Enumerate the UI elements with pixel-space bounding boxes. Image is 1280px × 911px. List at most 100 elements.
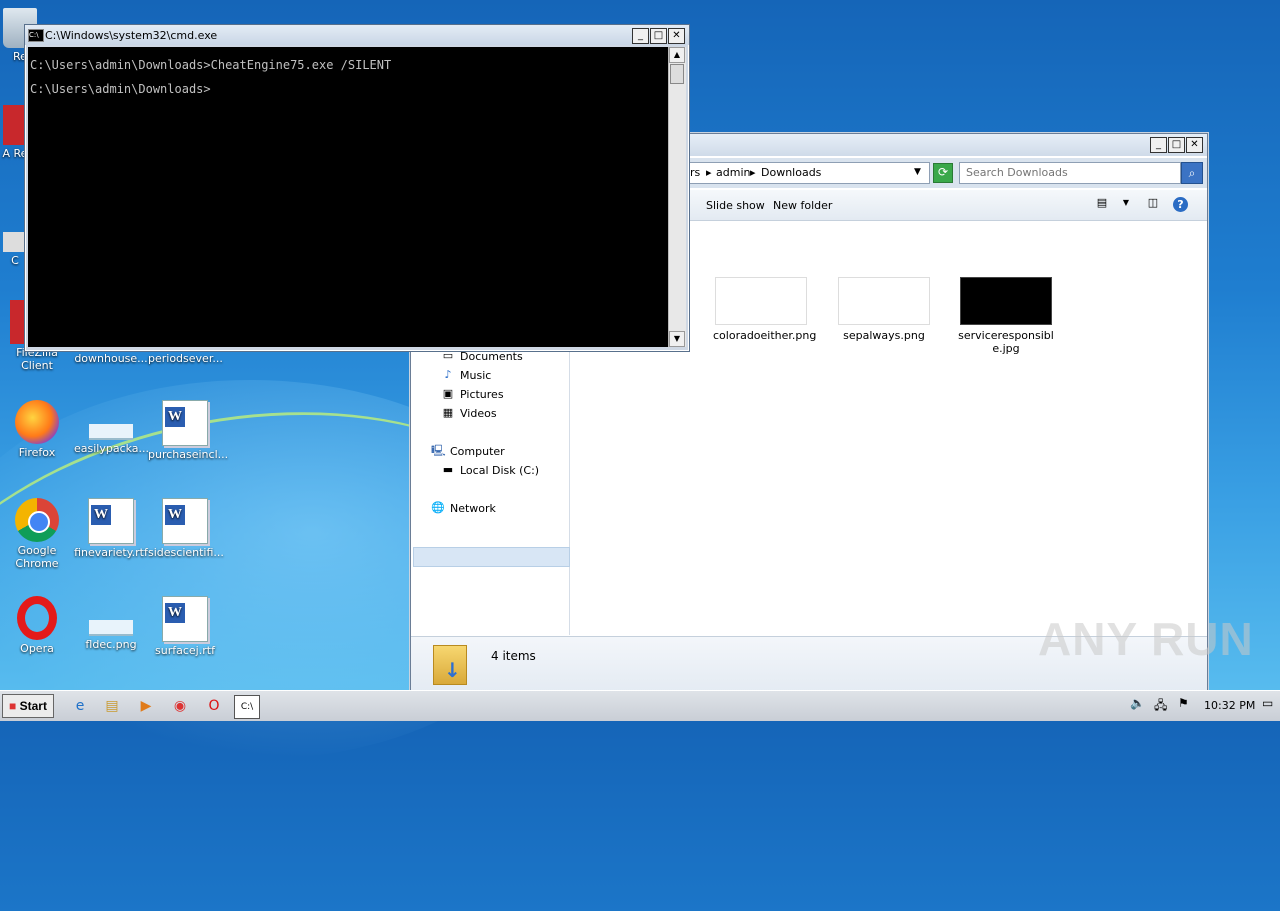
search-icon[interactable]: ⌕: [1181, 162, 1203, 184]
console-output[interactable]: C:\Users\admin\Downloads>CheatEngine75.e…: [28, 47, 668, 347]
nav-item-music[interactable]: ♪ Music: [441, 368, 491, 382]
word-document-icon: [88, 498, 134, 544]
desktop-icon-fldec[interactable]: fldec.png: [74, 596, 148, 651]
desktop-icon-label: easilypacka...: [74, 442, 150, 455]
maximize-button[interactable]: □: [650, 28, 667, 44]
chrome-icon: [15, 498, 59, 542]
firefox-icon: [15, 400, 59, 444]
clock[interactable]: 10:32 PM: [1204, 699, 1255, 712]
nav-label: Local Disk (C:): [460, 463, 540, 477]
network-icon: 🌐: [431, 501, 445, 514]
close-button[interactable]: ✕: [1186, 137, 1203, 153]
word-document-icon: [162, 400, 208, 446]
window-controls: _ □ ✕: [632, 28, 685, 44]
desktop-icon-label: fldec.png: [85, 638, 137, 651]
cmd-app-icon: C:\: [28, 29, 44, 42]
image-file-icon: [89, 424, 133, 440]
desktop-icon-firefox[interactable]: Firefox: [0, 400, 74, 459]
desktop-icon-label: sidescientifi...: [148, 546, 224, 559]
show-desktop-icon[interactable]: ▭: [1262, 696, 1273, 710]
explorer-taskbar-icon[interactable]: ▤: [100, 695, 124, 717]
desktop-icon-surfacej[interactable]: surfacej.rtf: [148, 596, 222, 657]
breadcrumb-arrow-icon[interactable]: ▸: [706, 166, 712, 179]
music-icon: ♪: [444, 368, 452, 381]
cmd-taskbar-icon[interactable]: C:\: [234, 695, 260, 719]
nav-label: Network: [450, 501, 496, 515]
action-center-icon[interactable]: ⚑: [1178, 696, 1189, 710]
file-thumbnail: [838, 277, 930, 325]
scroll-down-icon[interactable]: ▼: [669, 331, 685, 347]
breadcrumb-users[interactable]: rs: [690, 166, 700, 179]
file-thumbnail: [960, 277, 1052, 325]
network-tray-icon[interactable]: 🖧: [1154, 696, 1167, 717]
breadcrumb-admin[interactable]: admin: [716, 166, 750, 179]
desktop-icon-easilypacka[interactable]: easilypacka...: [74, 400, 150, 455]
scroll-up-icon[interactable]: ▲: [669, 47, 685, 63]
breadcrumb-arrow-icon[interactable]: ▸: [750, 166, 756, 179]
file-item[interactable]: serviceresponsible.jpg: [958, 277, 1054, 355]
search-box[interactable]: [959, 162, 1182, 184]
change-view-icon[interactable]: ▤: [1095, 197, 1109, 209]
computer-icon: 🖳: [431, 444, 446, 457]
nav-item-computer[interactable]: 🖳 Computer: [431, 444, 505, 458]
opera-taskbar-icon[interactable]: O: [202, 695, 226, 717]
close-button[interactable]: ✕: [668, 28, 685, 44]
window-controls: _ □ ✕: [1150, 137, 1203, 153]
nav-label: Pictures: [460, 387, 504, 401]
scroll-thumb[interactable]: [670, 64, 684, 84]
minimize-button[interactable]: _: [1150, 137, 1167, 153]
cmd-window[interactable]: C:\ C:\Windows\system32\cmd.exe _ □ ✕ C:…: [24, 24, 690, 352]
desktop-icon-periodsever[interactable]: periodsever...: [148, 352, 223, 365]
cmd-title: C:\Windows\system32\cmd.exe: [45, 29, 218, 42]
media-player-icon[interactable]: ▶: [134, 695, 158, 717]
address-dropdown-icon[interactable]: ▼: [914, 167, 921, 177]
preview-pane-icon[interactable]: ◫: [1146, 197, 1160, 209]
downloads-folder-icon: [433, 645, 467, 685]
volume-icon[interactable]: 🔈: [1130, 696, 1145, 710]
desktop-icon-purchaseincl[interactable]: purchaseincl...: [148, 400, 229, 461]
file-item[interactable]: coloradoeither.png: [713, 277, 817, 342]
nav-item-videos[interactable]: ▦ Videos: [441, 406, 497, 420]
drive-icon: ▬: [442, 463, 454, 476]
view-dropdown-icon[interactable]: ▼: [1119, 197, 1133, 209]
nav-item-pictures[interactable]: ▣ Pictures: [441, 387, 504, 401]
desktop-icon-label: Google Chrome: [15, 544, 59, 570]
refresh-icon[interactable]: ⟳: [933, 163, 953, 183]
nav-item-network[interactable]: 🌐 Network: [431, 501, 496, 515]
file-name: coloradoeither.png: [713, 329, 817, 342]
opera-icon: [17, 596, 57, 640]
desktop-icon-opera[interactable]: Opera: [0, 596, 74, 655]
pictures-icon: ▣: [442, 387, 454, 400]
nav-label: Videos: [460, 406, 497, 420]
item-count: 4 items: [491, 649, 536, 663]
breadcrumb-downloads[interactable]: Downloads: [761, 166, 821, 179]
file-item[interactable]: sepalways.png: [836, 277, 932, 342]
new-folder-button[interactable]: New folder: [773, 199, 832, 212]
start-button[interactable]: ■ Start: [2, 694, 54, 718]
desktop-icon-chrome[interactable]: Google Chrome: [0, 498, 74, 570]
file-name: serviceresponsible.jpg: [958, 329, 1054, 355]
cmd-titlebar[interactable]: C:\ C:\Windows\system32\cmd.exe _ □ ✕: [25, 25, 689, 45]
nav-selection-highlight: [413, 547, 570, 567]
windows-logo-icon: ■: [9, 699, 17, 713]
nav-label: Computer: [450, 444, 505, 458]
ie-icon[interactable]: e: [68, 695, 92, 717]
minimize-button[interactable]: _: [632, 28, 649, 44]
desktop-icon-label: purchaseincl...: [148, 448, 229, 461]
desktop-icon-label: downhouse...: [74, 352, 148, 365]
desktop-icon-downhouse[interactable]: downhouse...: [74, 352, 148, 365]
desktop-icon-sidescientifi[interactable]: sidescientifi...: [148, 498, 224, 559]
file-thumbnail: [715, 277, 807, 325]
start-label: Start: [19, 699, 47, 713]
slide-show-button[interactable]: Slide show: [706, 199, 765, 212]
maximize-button[interactable]: □: [1168, 137, 1185, 153]
help-icon[interactable]: ?: [1173, 197, 1188, 212]
search-input[interactable]: [960, 163, 1182, 181]
chrome-taskbar-icon[interactable]: ◉: [168, 695, 192, 717]
desktop-icon-finevariety[interactable]: finevariety.rtf: [74, 498, 148, 559]
nav-item-local-disk[interactable]: ▬ Local Disk (C:): [441, 463, 539, 477]
vertical-scrollbar[interactable]: ▲ ▼: [668, 47, 686, 347]
nav-label: Music: [460, 368, 492, 382]
image-file-icon: [89, 620, 133, 636]
console-line: C:\Users\admin\Downloads>CheatEngine75.e…: [30, 58, 392, 72]
